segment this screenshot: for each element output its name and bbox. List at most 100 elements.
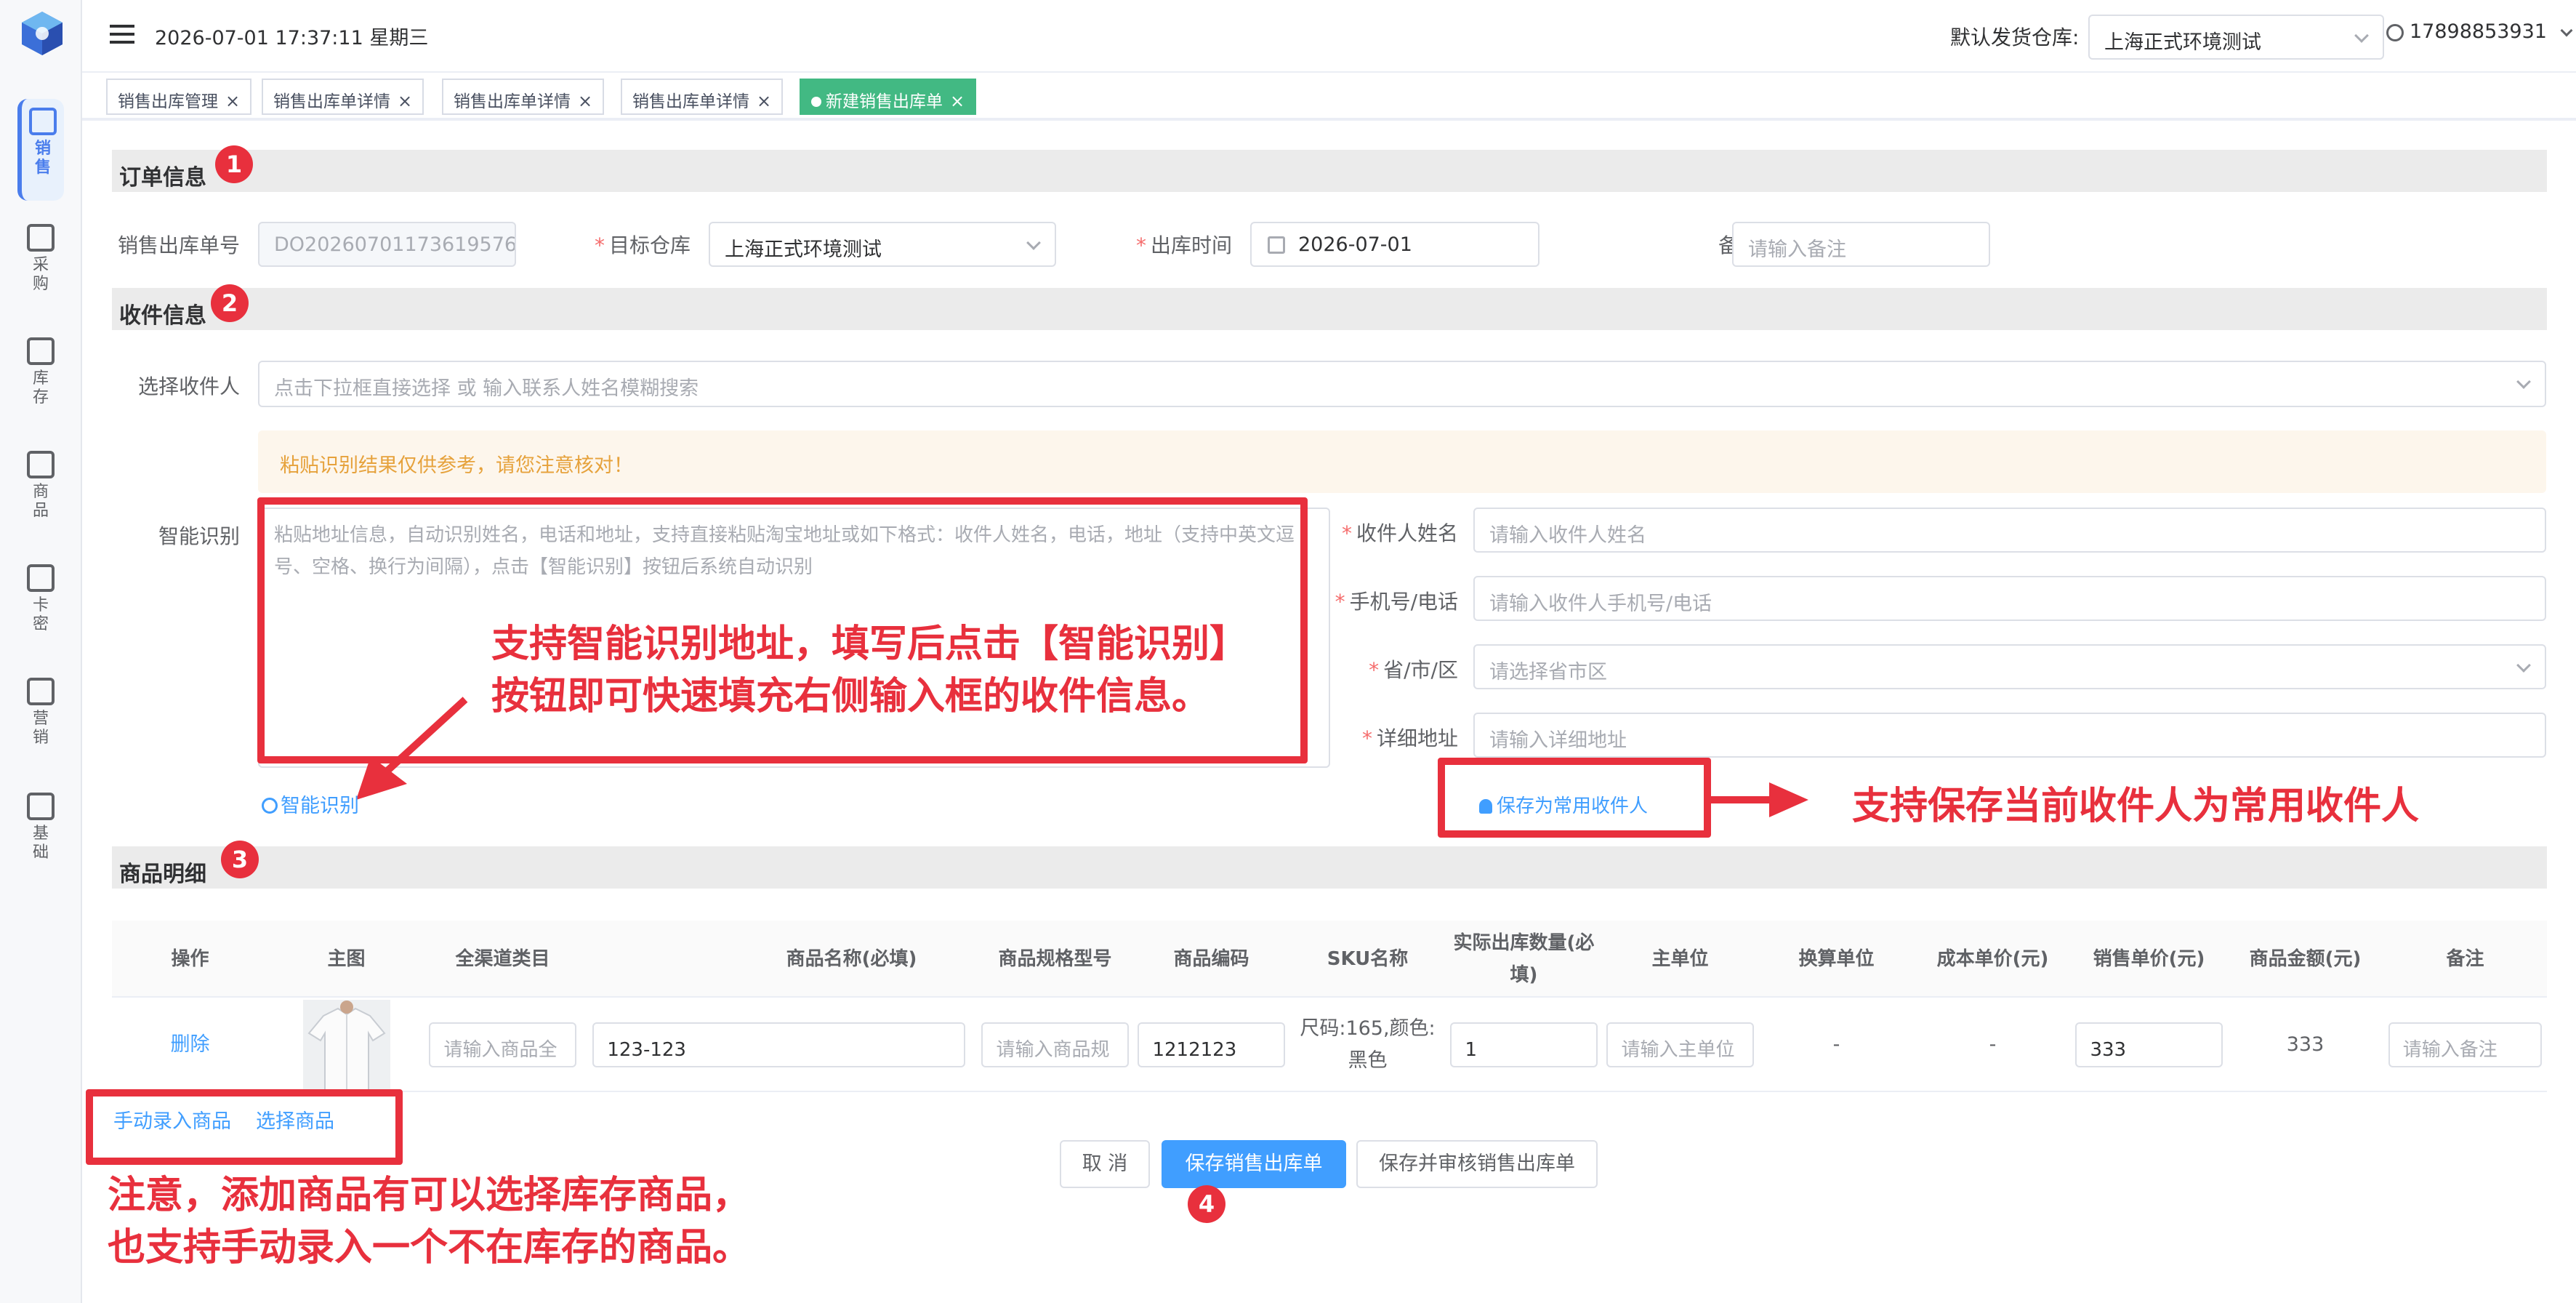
step-badge-3: 3 bbox=[221, 841, 259, 878]
col-header-qty: 实际出库数量(必填) bbox=[1453, 932, 1595, 986]
annotation-arrow-icon bbox=[1711, 782, 1808, 817]
sidebar-item-label: 卡 密 bbox=[32, 596, 49, 633]
save-and-audit-button[interactable]: 保存并审核销售出库单 bbox=[1356, 1140, 1598, 1188]
tab-label: 新建销售出库单 bbox=[826, 92, 943, 111]
order-no-field: DO20260701173619576 bbox=[258, 222, 516, 267]
address-input[interactable]: 请输入详细地址 bbox=[1473, 713, 2546, 758]
region-cascader[interactable]: 请选择省市区 bbox=[1473, 644, 2546, 689]
price-input[interactable]: 333 bbox=[2075, 1022, 2223, 1067]
tab-new-outbound[interactable]: 新建销售出库单 × bbox=[800, 79, 977, 115]
tab-outbound-detail-2[interactable]: 销售出库单详情 × bbox=[442, 79, 605, 115]
sidebar-item-2[interactable]: 库 存 bbox=[17, 329, 64, 430]
delete-row-link[interactable]: 删除 bbox=[171, 1029, 210, 1061]
bag-icon bbox=[27, 678, 55, 705]
sidebar-item-4[interactable]: 卡 密 bbox=[17, 556, 64, 657]
save-common-contact-label: 保存为常用收件人 bbox=[1497, 795, 1649, 817]
user-icon bbox=[1479, 799, 1492, 814]
sidebar-item-label: 库 存 bbox=[32, 369, 49, 406]
tab-outbound-detail-3[interactable]: 销售出库单详情 × bbox=[621, 79, 784, 115]
sidebar-item-3[interactable]: 商 品 bbox=[17, 442, 64, 544]
close-icon[interactable]: × bbox=[225, 91, 240, 111]
col-header-conv-unit: 换算单位 bbox=[1798, 948, 1875, 970]
top-header: 2026-07-01 17:37:11 星期三 默认发货仓库: 上海正式环境测试… bbox=[82, 0, 2576, 73]
smart-recognize-link-label: 智能识别 bbox=[281, 795, 359, 817]
step-badge-4: 4 bbox=[1188, 1185, 1225, 1223]
cart-icon bbox=[27, 224, 55, 252]
cost-value: - bbox=[1989, 1033, 1997, 1056]
close-icon[interactable]: × bbox=[578, 91, 592, 111]
paste-warning-alert: 粘贴识别结果仅供参考，请您注意核对！ bbox=[258, 430, 2546, 493]
receiver-name-label: * 收件人姓名 bbox=[1341, 521, 1458, 545]
close-icon[interactable]: × bbox=[950, 91, 965, 111]
col-header-amount: 商品金额(元) bbox=[2249, 948, 2362, 970]
target-warehouse-select[interactable]: 上海正式环境测试 bbox=[709, 222, 1056, 267]
close-icon[interactable]: × bbox=[757, 91, 771, 111]
default-warehouse-label: 默认发货仓库: bbox=[1950, 25, 2080, 49]
default-warehouse-select[interactable]: 上海正式环境测试 bbox=[2088, 15, 2384, 60]
row-remark-input[interactable]: 请输入备注 bbox=[2388, 1022, 2543, 1067]
receiver-name-input[interactable]: 请输入收件人姓名 bbox=[1473, 508, 2546, 553]
chevron-down-icon bbox=[2516, 374, 2531, 389]
receiver-select[interactable]: 点击下拉框直接选择 或 输入联系人姓名模糊搜索 bbox=[258, 361, 2546, 407]
select-goods-link[interactable]: 选择商品 bbox=[256, 1105, 334, 1134]
smart-recognize-button[interactable]: 智能识别 bbox=[262, 790, 359, 818]
user-menu[interactable]: 17898853931 bbox=[2386, 20, 2573, 43]
manual-add-goods-link[interactable]: 手动录入商品 bbox=[113, 1105, 231, 1134]
annotation-line: 也支持手动录入一个不在库存的商品。 bbox=[108, 1226, 751, 1270]
tab-label: 销售出库管理 bbox=[118, 92, 218, 111]
menu-toggle-icon[interactable] bbox=[110, 25, 134, 45]
section-title: 商品明细 bbox=[119, 862, 206, 887]
sku-name: 尺码:165,颜色:黑色 bbox=[1300, 1017, 1436, 1072]
tab-sales-outbound-mgmt[interactable]: 销售出库管理 × bbox=[106, 79, 252, 115]
product-name-input[interactable]: 123-123 bbox=[592, 1022, 965, 1067]
receiver-phone-label: * 手机号/电话 bbox=[1335, 590, 1458, 614]
user-phone: 17898853931 bbox=[2410, 20, 2547, 43]
save-outbound-button[interactable]: 保存销售出库单 bbox=[1162, 1140, 1346, 1188]
unit-input[interactable]: 请输入主单位 bbox=[1606, 1022, 1754, 1067]
box-icon bbox=[27, 337, 55, 365]
spec-input[interactable]: 请输入商品规 bbox=[981, 1022, 1129, 1067]
tab-label: 销售出库单详情 bbox=[454, 92, 571, 111]
section-title: 收件信息 bbox=[119, 303, 206, 329]
col-header-category: 全渠道类目 bbox=[455, 948, 550, 970]
step-badge-1: 1 bbox=[215, 145, 253, 183]
sidebar-item-label: 基 础 bbox=[32, 825, 49, 862]
outbound-time-label: * 出库时间 bbox=[1135, 233, 1232, 257]
chevron-down-icon bbox=[2516, 658, 2531, 673]
qty-input[interactable]: 1 bbox=[1450, 1022, 1598, 1067]
calendar-icon bbox=[1268, 236, 1285, 254]
annotation-line: 注意，添加商品有可以选择库存商品， bbox=[108, 1174, 751, 1217]
sidebar-item-0[interactable]: 销 售 bbox=[17, 99, 64, 201]
sidebar-item-label: 营 销 bbox=[32, 710, 49, 747]
close-icon[interactable]: × bbox=[398, 91, 412, 111]
sidebar-item-label: 商 品 bbox=[32, 483, 49, 520]
col-header-spec: 商品规格型号 bbox=[998, 948, 1112, 970]
tab-label: 销售出库单详情 bbox=[273, 92, 390, 111]
cancel-button[interactable]: 取 消 bbox=[1060, 1140, 1150, 1188]
smart-recognize-label: 智能识别 bbox=[158, 524, 240, 548]
outbound-date-picker[interactable]: 2026-07-01 bbox=[1250, 222, 1539, 267]
sidebar-item-1[interactable]: 采 购 bbox=[17, 215, 64, 317]
category-input[interactable]: 请输入商品全 bbox=[429, 1022, 576, 1067]
save-common-contact-button[interactable]: 保存为常用收件人 bbox=[1479, 791, 1648, 818]
receiver-phone-input[interactable]: 请输入收件人手机号/电话 bbox=[1473, 576, 2546, 621]
bag-icon bbox=[27, 564, 55, 592]
chevron-down-icon bbox=[2354, 28, 2369, 43]
tab-outbound-detail-1[interactable]: 销售出库单详情 × bbox=[262, 79, 424, 115]
app-logo bbox=[22, 12, 63, 55]
user-icon bbox=[2386, 23, 2404, 41]
tab-label: 销售出库单详情 bbox=[632, 92, 749, 111]
annotation-goods-text: 注意，添加商品有可以选择库存商品， 也支持手动录入一个不在库存的商品。 bbox=[108, 1169, 750, 1274]
product-code-input[interactable]: 1212123 bbox=[1138, 1022, 1285, 1067]
sidebar-item-6[interactable]: 基 础 bbox=[17, 784, 64, 886]
annotation-line: 支持智能识别地址，填写后点击【智能识别】 bbox=[491, 622, 1248, 666]
receiver-select-placeholder: 点击下拉框直接选择 或 输入联系人姓名模糊搜索 bbox=[274, 377, 699, 400]
col-header-action: 操作 bbox=[171, 948, 209, 970]
target-warehouse-value: 上海正式环境测试 bbox=[725, 238, 882, 261]
product-image bbox=[302, 1000, 390, 1090]
col-header-sku: SKU名称 bbox=[1327, 948, 1409, 970]
remark-input[interactable]: 请输入备注 bbox=[1732, 222, 1990, 267]
sidebar-item-label: 采 购 bbox=[32, 256, 49, 293]
tab-bar: 销售出库管理 × 销售出库单详情 × 销售出库单详情 × 销售出库单详情 × 新建销售出… bbox=[82, 73, 2576, 121]
sidebar-item-5[interactable]: 营 销 bbox=[17, 669, 64, 771]
